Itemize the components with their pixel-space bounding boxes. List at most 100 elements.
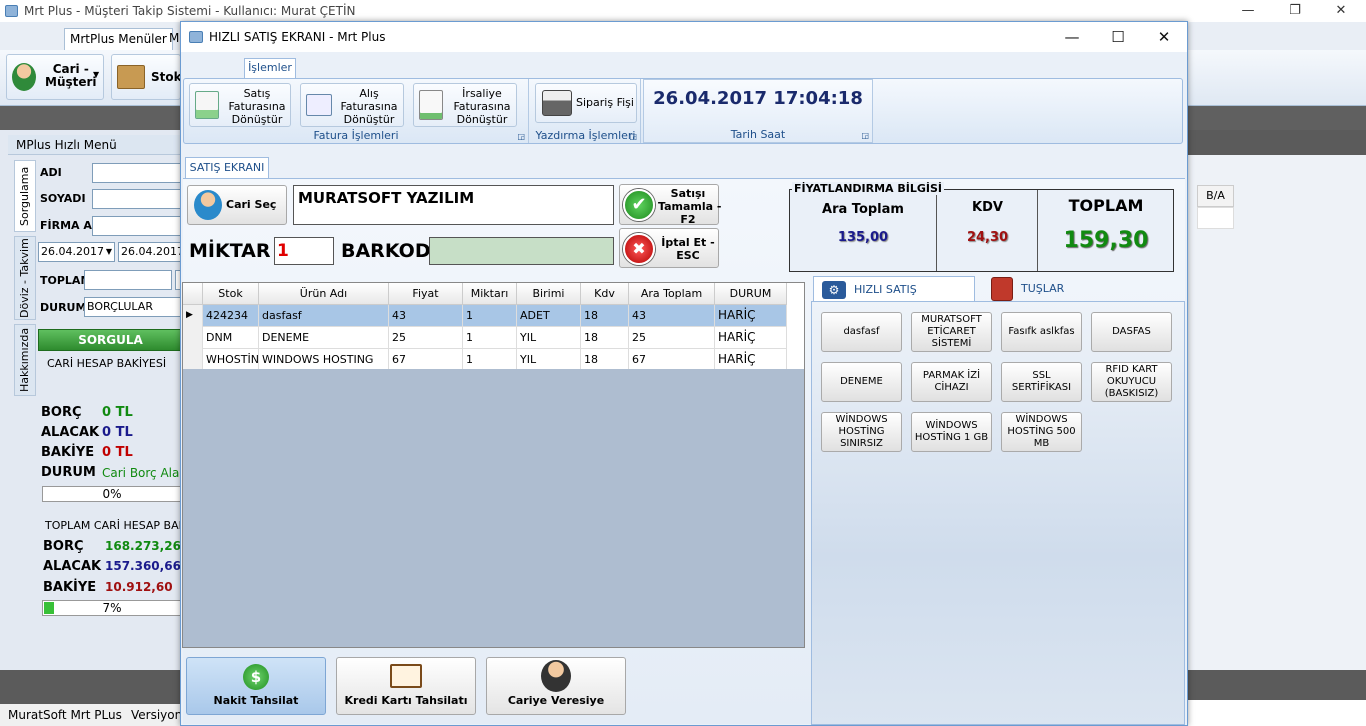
cell-ara-toplam[interactable]: 25: [629, 327, 715, 349]
quick-product-button[interactable]: PARMAK İZİ CİHAZI: [911, 362, 992, 402]
kdv-value: 24,30: [966, 230, 1009, 245]
tab-islemler[interactable]: İşlemler: [244, 58, 296, 78]
satisi-tamamla-button[interactable]: ✔ Satışı Tamamla - F2: [619, 184, 721, 226]
irsaliye-faturasina-donustur-button[interactable]: İrsaliye Faturasına Dönüştür: [413, 83, 517, 127]
durum-select[interactable]: BORÇLULAR: [84, 297, 182, 317]
tab-hizli-satis-urunleri[interactable]: ⚙ HIZLI SATIŞ ÜRÜNLERİ: [813, 276, 975, 322]
cell-birimi[interactable]: YIL: [517, 327, 581, 349]
table-row[interactable]: ▶ 424234 dasfasf 43 1 ADET 18 43 HARİÇ: [183, 305, 787, 327]
vtab-sorgulama[interactable]: Sorgulama: [14, 160, 36, 232]
cell-stok-kodu[interactable]: WHOSTİN: [203, 349, 259, 371]
miktar-input[interactable]: 1: [274, 237, 334, 265]
grid-header-stok-kodu[interactable]: Stok Kodu: [203, 283, 259, 321]
left-panel-title: MPlus Hızlı Menü: [8, 135, 190, 155]
quick-product-button[interactable]: MURATSOFT ETİCARET SİSTEMİ: [911, 312, 992, 352]
tab-mrtplus-menuler[interactable]: MrtPlus Menüler: [64, 28, 173, 50]
end-date-picker[interactable]: 26.04.2017: [118, 242, 184, 262]
cariye-veresiye-button[interactable]: Cariye Veresiye: [486, 657, 626, 715]
vtab-doviz-takvim[interactable]: Döviz - Takvim: [14, 236, 36, 320]
pricing-box: Ara Toplam 135,00 KDV 24,30 TOPLAM 159,3…: [789, 189, 1174, 272]
vtab-hakkimizda[interactable]: Hakkımızda: [14, 324, 36, 396]
cell-urun-adi[interactable]: DENEME: [259, 327, 389, 349]
dialog-launcher-icon[interactable]: ◲: [629, 132, 637, 141]
cell-miktari[interactable]: 1: [463, 349, 517, 371]
quick-product-button[interactable]: DENEME: [821, 362, 902, 402]
barkod-input[interactable]: [429, 237, 614, 265]
table-row[interactable]: WHOSTİN WINDOWS HOSTING 67 1 YIL 18 67 H…: [183, 349, 787, 371]
id-card-icon: [306, 94, 332, 116]
grid-header-durum[interactable]: DURUM: [715, 283, 787, 305]
cell-kdv[interactable]: 18: [581, 349, 629, 371]
cell-kdv[interactable]: 18: [581, 327, 629, 349]
quick-product-button[interactable]: WİNDOWS HOSTİNG 1 GB: [911, 412, 992, 452]
cell-urun-adi[interactable]: WINDOWS HOSTING: [259, 349, 389, 371]
cell-birimi[interactable]: YIL: [517, 349, 581, 371]
table-row[interactable]: DNM DENEME 25 1 YIL 18 25 HARİÇ: [183, 327, 787, 349]
iptal-et-button[interactable]: ✖ İptal Et - ESC: [619, 228, 719, 268]
tab-tuslar[interactable]: TUŞLAR: [989, 276, 1069, 302]
grid-header-miktari[interactable]: Miktarı: [463, 283, 517, 305]
sorgula-button[interactable]: SORGULA: [38, 329, 183, 351]
start-date-picker[interactable]: 26.04.2017 ▼: [38, 242, 115, 262]
soyadi-input[interactable]: [92, 189, 182, 209]
satis-faturasina-donustur-button[interactable]: Satış Faturasına Dönüştür: [189, 83, 291, 127]
cell-durum[interactable]: HARİÇ: [715, 327, 787, 349]
cari-name-field[interactable]: MURATSOFT YAZILIM: [293, 185, 614, 225]
grid-header-kdv[interactable]: Kdv: [581, 283, 629, 305]
kredi-karti-tahsilati-button[interactable]: Kredi Kartı Tahsilatı: [336, 657, 476, 715]
row-selector: [183, 327, 203, 349]
toplam-alacak-value: 157.360,66: [105, 559, 181, 573]
cell-stok-kodu[interactable]: 424234: [203, 305, 259, 327]
adi-input[interactable]: [92, 163, 182, 183]
main-restore-icon[interactable]: ❐: [1272, 0, 1318, 22]
nakit-tahsilat-button[interactable]: $ Nakit Tahsilat: [186, 657, 326, 715]
grid-header-fiyat[interactable]: Fiyat: [389, 283, 463, 305]
cell-kdv[interactable]: 18: [581, 305, 629, 327]
cari-hesap-bakiyesi-label: CARİ HESAP BAKİYESİ: [47, 357, 167, 370]
quick-product-button[interactable]: WİNDOWS HOSTİNG SINIRSIZ: [821, 412, 902, 452]
invoice-icon: [195, 91, 219, 119]
siparis-fisi-button[interactable]: Sipariş Fişi: [535, 83, 637, 123]
firma-input[interactable]: [92, 216, 182, 236]
quick-product-button[interactable]: WİNDOWS HOSTİNG 500 MB: [1001, 412, 1082, 452]
dialog-launcher-icon[interactable]: ◲: [861, 131, 869, 140]
tab-satis-ekrani[interactable]: SATIŞ EKRANI: [185, 157, 269, 179]
check-icon: ✔: [623, 189, 655, 221]
toplam-borc-value: 168.273,26: [105, 539, 181, 553]
borc-value: 0 TL: [102, 405, 133, 420]
cari-musteri-button[interactable]: Cari - Müşteri ▼: [6, 54, 104, 100]
alis-faturasina-donustur-button[interactable]: Alış Faturasına Dönüştür: [300, 83, 404, 127]
stok-button[interactable]: Stok: [111, 54, 182, 100]
quick-product-button[interactable]: DASFAS: [1091, 312, 1172, 352]
main-close-icon[interactable]: ✕: [1318, 0, 1364, 22]
grid-header-urun-adi[interactable]: Ürün Adı: [259, 283, 389, 305]
quick-product-button[interactable]: Fasıfk aslkfas: [1001, 312, 1082, 352]
cell-durum[interactable]: HARİÇ: [715, 349, 787, 371]
dialog-maximize-icon[interactable]: ☐: [1095, 22, 1141, 52]
dialog-close-icon[interactable]: ✕: [1141, 22, 1187, 52]
grid-header-birimi[interactable]: Birimi: [517, 283, 581, 305]
cell-fiyat[interactable]: 67: [389, 349, 463, 371]
grid-header-ara-toplam[interactable]: Ara Toplam: [629, 283, 715, 305]
cell-fiyat[interactable]: 25: [389, 327, 463, 349]
toplam-cari-label: TOPLAM CARİ HESAP BAKİ: [45, 519, 190, 532]
cell-stok-kodu[interactable]: DNM: [203, 327, 259, 349]
adi-label: ADI: [40, 166, 62, 179]
quick-product-button[interactable]: SSL SERTİFİKASI: [1001, 362, 1082, 402]
cari-sec-button[interactable]: Cari Seç: [187, 185, 287, 225]
cell-durum[interactable]: HARİÇ: [715, 305, 787, 327]
dialog-launcher-icon[interactable]: ◲: [517, 132, 525, 141]
cell-miktari[interactable]: 1: [463, 327, 517, 349]
quick-product-button[interactable]: RFID KART OKUYUCU (BASKISIZ): [1091, 362, 1172, 402]
cell-ara-toplam[interactable]: 67: [629, 349, 715, 371]
cell-urun-adi[interactable]: dasfasf: [259, 305, 389, 327]
cell-ara-toplam[interactable]: 43: [629, 305, 715, 327]
toplam-progress-text: 7%: [102, 601, 122, 615]
cell-birimi[interactable]: ADET: [517, 305, 581, 327]
quick-product-button[interactable]: dasfasf: [821, 312, 902, 352]
cell-fiyat[interactable]: 43: [389, 305, 463, 327]
dialog-minimize-icon[interactable]: —: [1049, 22, 1095, 52]
main-minimize-icon[interactable]: —: [1225, 0, 1271, 22]
cell-miktari[interactable]: 1: [463, 305, 517, 327]
toplam-input[interactable]: [84, 270, 172, 290]
